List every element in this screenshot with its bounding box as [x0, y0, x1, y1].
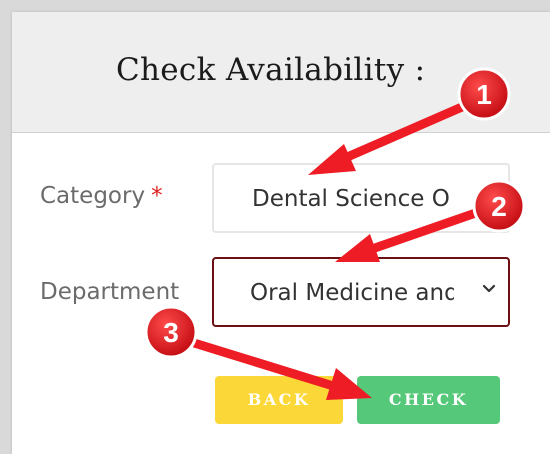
- department-value: Oral Medicine and: [250, 280, 454, 306]
- category-field[interactable]: Dental Science O: [212, 163, 510, 233]
- required-asterisk: *: [151, 183, 163, 209]
- department-select[interactable]: Oral Medicine and: [212, 257, 510, 327]
- check-button[interactable]: CHECK: [357, 376, 500, 424]
- page-title: Check Availability :: [116, 52, 426, 88]
- back-button[interactable]: BACK: [215, 376, 343, 424]
- category-label: Category *: [40, 183, 163, 209]
- department-label: Department: [40, 279, 180, 305]
- chevron-down-icon: [482, 284, 496, 293]
- category-value: Dental Science O: [252, 186, 450, 212]
- availability-card: Check Availability : Category * Dental Sc…: [12, 12, 550, 454]
- card-header: Check Availability :: [12, 12, 550, 133]
- category-label-text: Category: [40, 183, 146, 209]
